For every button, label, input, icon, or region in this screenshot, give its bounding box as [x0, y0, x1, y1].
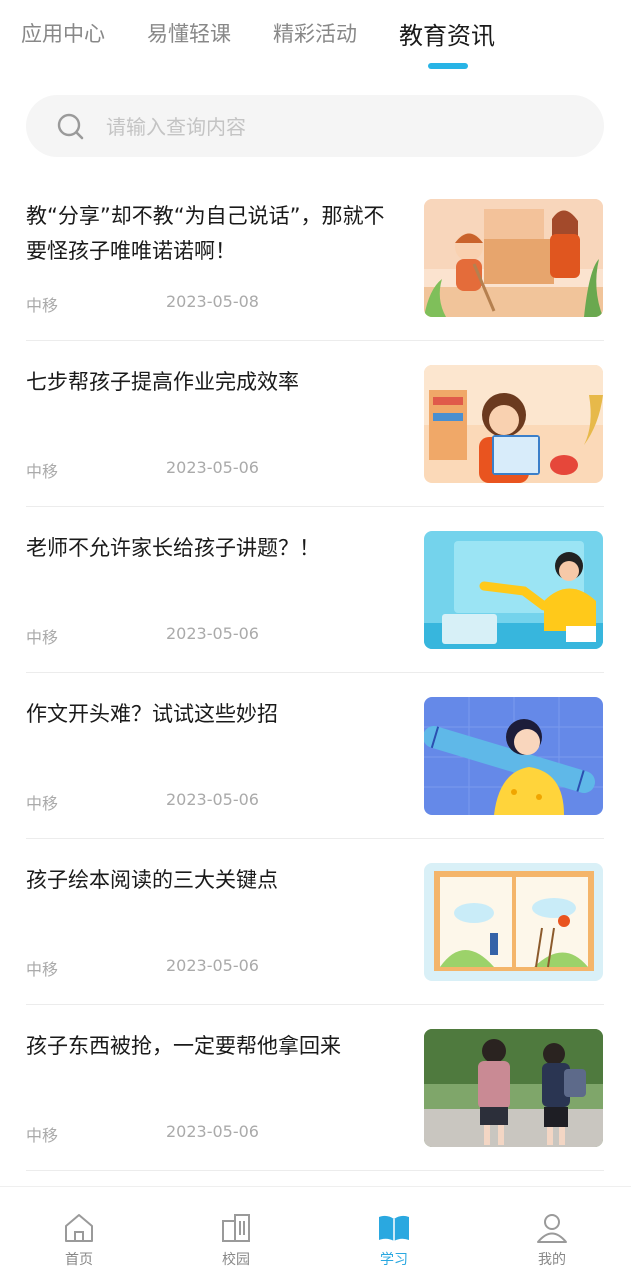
search-input[interactable]	[104, 107, 578, 147]
nav-label-home: 首页	[65, 1252, 93, 1268]
tab-app-center[interactable]: 应用中心	[21, 18, 105, 48]
article-thumbnail[interactable]	[424, 365, 603, 483]
search-icon	[56, 112, 86, 142]
nav-item-mine[interactable]: 我的	[502, 1187, 602, 1280]
tab-education-news[interactable]: 教育资讯	[399, 16, 495, 51]
nav-label-campus: 校园	[222, 1252, 250, 1268]
article-title: 教“分享”却不教“为自己说话”，那就不要怪孩子唯唯诺诺啊！	[26, 204, 385, 263]
article-date: 2023-05-06	[166, 458, 259, 477]
article-title: 老师不允许家长给孩子讲题？！	[26, 536, 320, 560]
list-item[interactable]: 孩子绘本阅读的三大关键点 中移 2023-05-06	[0, 839, 631, 1005]
nav-label-study: 学习	[380, 1252, 408, 1268]
active-tab-indicator	[428, 63, 468, 69]
list-item[interactable]: 教“分享”却不教“为自己说话”，那就不要怪孩子唯唯诺诺啊！ 中移 2023-05…	[0, 175, 631, 341]
app-screen: 应用中心 易懂轻课 精彩活动 教育资讯 教“分享”却不教“为自己说话”，那就不要…	[0, 0, 631, 1280]
article-list: 教“分享”却不教“为自己说话”，那就不要怪孩子唯唯诺诺啊！ 中移 2023-05…	[0, 175, 631, 1171]
nav-label-mine: 我的	[538, 1252, 566, 1268]
list-item[interactable]: 七步帮孩子提高作业完成效率 中移 2023-05-06	[0, 341, 631, 507]
article-source: 中移	[26, 960, 59, 979]
book-icon	[379, 1215, 409, 1241]
nav-item-study[interactable]: 学习	[344, 1187, 444, 1280]
article-thumbnail[interactable]	[424, 531, 603, 649]
article-thumbnail[interactable]	[424, 863, 603, 981]
article-date: 2023-05-06	[166, 1122, 259, 1141]
list-item[interactable]: 老师不允许家长给孩子讲题？！ 中移 2023-05-06	[0, 507, 631, 673]
tab-activities[interactable]: 精彩活动	[273, 18, 357, 48]
home-icon	[65, 1214, 93, 1242]
article-thumbnail[interactable]	[424, 199, 603, 317]
nav-item-home[interactable]: 首页	[29, 1187, 129, 1280]
article-source: 中移	[26, 1126, 59, 1145]
top-tabs: 应用中心 易懂轻课 精彩活动 教育资讯	[0, 0, 631, 80]
article-date: 2023-05-06	[166, 956, 259, 975]
list-item[interactable]: 作文开头难？试试这些妙招 中移 2023-05-06	[0, 673, 631, 839]
bottom-navigation: 首页 校园 学习 我的	[0, 1186, 631, 1280]
article-title: 七步帮孩子提高作业完成效率	[26, 370, 299, 394]
tab-easy-lessons[interactable]: 易懂轻课	[147, 18, 231, 48]
article-source: 中移	[26, 628, 59, 647]
article-thumbnail[interactable]	[424, 1029, 603, 1147]
article-date: 2023-05-06	[166, 624, 259, 643]
article-date: 2023-05-06	[166, 790, 259, 809]
user-icon	[537, 1214, 567, 1243]
article-source: 中移	[26, 794, 59, 813]
article-title: 孩子东西被抢，一定要帮他拿回来	[26, 1034, 341, 1058]
list-item[interactable]: 孩子东西被抢，一定要帮他拿回来 中移 2023-05-06	[0, 1005, 631, 1171]
nav-item-campus[interactable]: 校园	[186, 1187, 286, 1280]
campus-icon	[222, 1214, 250, 1242]
article-date: 2023-05-08	[166, 292, 259, 311]
search-bar[interactable]	[26, 95, 604, 157]
divider	[26, 1170, 604, 1171]
article-thumbnail[interactable]	[424, 697, 603, 815]
article-source: 中移	[26, 462, 59, 481]
article-title: 作文开头难？试试这些妙招	[26, 702, 278, 726]
article-title: 孩子绘本阅读的三大关键点	[26, 868, 278, 892]
article-source: 中移	[26, 296, 59, 315]
